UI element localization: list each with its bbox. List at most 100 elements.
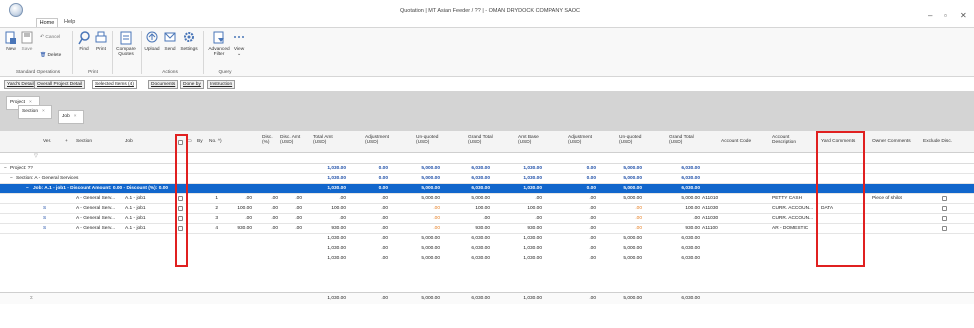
collapse-icon[interactable]: − [26,186,29,192]
cell-no[interactable]: 3 [212,216,218,222]
cell-account-code[interactable]: A11030 [702,216,718,222]
cell-grand-total2[interactable]: 930.00 [654,226,700,232]
cell-disc-amt[interactable]: .00 [276,216,302,222]
cell-total-amt[interactable]: 930.00 [300,226,346,232]
col-unquoted-2[interactable]: Un-quoted (USD) [619,135,649,145]
col-amt-base[interactable]: Amt Base (USD) [518,135,548,145]
col-job[interactable]: Job [125,139,133,144]
tab-help[interactable]: Help [64,18,75,27]
cell-grand-total2[interactable]: 5,000.00 [654,196,700,202]
cell-account-code[interactable]: A11010 [702,196,718,202]
exclude-disc-checkbox[interactable] [942,226,947,231]
cell-grand-total[interactable]: 5,000.00 [450,196,490,202]
cell-unquoted2[interactable]: .00 [602,226,642,232]
col-section[interactable]: Section [76,139,92,144]
col-grand-total[interactable]: Grand Total (USD) [468,135,498,145]
col-account-description[interactable]: Account Description [772,135,808,145]
exclude-disc-checkbox[interactable] [942,216,947,221]
cell-account-code[interactable]: A11030 [702,206,718,212]
cell-amt-base[interactable]: .00 [500,216,542,222]
compare-quotes-button[interactable]: Compare Quotes [113,31,139,57]
tab-home[interactable]: Home [36,18,58,27]
cell-section[interactable]: A - General Serv... [76,216,115,222]
cell-ver[interactable]: S [43,216,46,222]
cell-amt-base[interactable]: 930.00 [500,226,542,232]
close-button[interactable]: ✕ [960,12,967,20]
cell-col1[interactable]: 930.00 [224,226,252,232]
cell-job[interactable]: A.1 - job1 [125,226,146,232]
cell-account-desc[interactable]: CURR. ACCOUN... [772,216,813,222]
cell-disc-amt[interactable]: .00 [276,226,302,232]
cell-no[interactable]: 2 [212,206,218,212]
col-total-amt[interactable]: Total Amt (USD) [313,135,343,145]
save-button[interactable]: Save [19,31,35,52]
cell-disc-pct[interactable]: .00 [256,226,278,232]
cell-unquoted[interactable]: 5,000.00 [400,196,440,202]
col-disc-amt[interactable]: Disc. Amt (USD) [280,135,306,145]
col-ver[interactable]: Ver. [43,139,51,144]
print-button[interactable]: Print [93,31,109,52]
cell-total-amt[interactable]: .00 [300,216,346,222]
col-account-code[interactable]: Account Code [721,139,751,144]
cell-job[interactable]: A.1 - job1 [125,196,146,202]
cell-col1[interactable]: 100.00 [224,206,252,212]
group-section-chip[interactable]: Section × [18,105,52,119]
tab-selected-items[interactable]: Selected Items (4) [92,80,137,89]
cell-col1[interactable]: .00 [224,196,252,202]
cell-unquoted[interactable]: .00 [400,216,440,222]
col-grand-total-2[interactable]: Grand Total (USD) [669,135,699,145]
cell-disc-amt[interactable]: .00 [276,196,302,202]
cell-adjustment[interactable]: .00 [356,206,388,212]
cell-disc-amt[interactable]: .00 [276,206,302,212]
cell-amt-base[interactable]: 100.00 [500,206,542,212]
col-owner-comments[interactable]: Owner Comments [872,139,911,144]
cancel-button[interactable]: ↶ Cancel [40,35,60,40]
exclude-disc-checkbox[interactable] [942,206,947,211]
cell-section[interactable]: A - General Serv... [76,226,115,232]
app-menu-button[interactable] [9,3,23,17]
cell-adjustment[interactable]: .00 [356,196,388,202]
cell-total-amt[interactable]: .00 [300,196,346,202]
cell-grand-total[interactable]: .00 [450,216,490,222]
cell-adjustment2[interactable]: .00 [564,206,596,212]
cell-amt-base[interactable]: .00 [500,196,542,202]
cell-total-amt[interactable]: 100.00 [300,206,346,212]
send-button[interactable]: Send [162,31,178,52]
col-unquoted[interactable]: Un-quoted (USD) [416,135,446,145]
col-exclude-disc[interactable]: Exclude Disc. [923,139,952,144]
cell-disc-pct[interactable]: .00 [256,196,278,202]
cell-job[interactable]: A.1 - job1 [125,206,146,212]
col-disc-pct[interactable]: Disc. (%) [262,135,278,145]
cell-ver[interactable]: S [43,226,46,232]
upload-button[interactable]: Upload [143,31,161,52]
maximize-button[interactable]: ▫ [944,12,947,20]
delete-button[interactable]: 🗑 Delete [40,53,61,58]
advanced-filter-button[interactable]: Advanced Filter [206,31,232,57]
cell-disc-pct[interactable]: .00 [256,216,278,222]
cell-adjustment[interactable]: .00 [356,226,388,232]
view-button[interactable]: View ⌄ [232,31,246,57]
cell-grand-total[interactable]: 100.00 [450,206,490,212]
cell-section[interactable]: A - General Serv... [76,196,115,202]
collapse-icon[interactable]: − [10,176,13,182]
cell-no[interactable]: 4 [212,226,218,232]
cell-disc-pct[interactable]: .00 [256,206,278,212]
cell-adjustment2[interactable]: .00 [564,216,596,222]
col-no[interactable]: No. ^) [209,139,222,144]
cell-ver[interactable]: S [43,206,46,212]
col-by[interactable]: By [197,139,203,144]
cell-unquoted2[interactable]: .00 [602,216,642,222]
settings-button[interactable]: Settings [179,31,199,52]
footer-summary-icon[interactable]: Σ [30,296,33,302]
cell-adjustment2[interactable]: .00 [564,196,596,202]
minimize-button[interactable]: – [928,12,932,20]
cell-unquoted2[interactable]: 5,000.00 [602,196,642,202]
cell-unquoted[interactable]: .00 [400,226,440,232]
collapse-icon[interactable]: − [4,166,7,172]
cell-grand-total2[interactable]: 100.00 [654,206,700,212]
cell-no[interactable]: 1 [212,196,218,202]
cell-job[interactable]: A.1 - job1 [125,216,146,222]
tab-documents[interactable]: Documents [148,80,179,89]
col-plus[interactable]: + [65,139,68,144]
group-job-chip[interactable]: Job × [58,110,84,124]
